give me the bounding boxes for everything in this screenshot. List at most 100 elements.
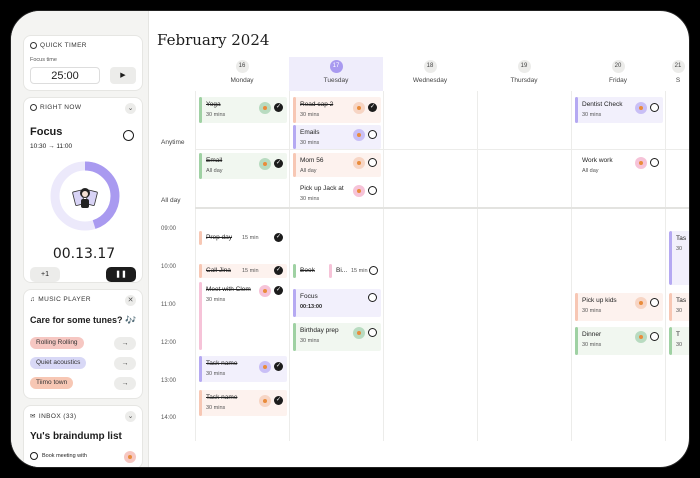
focus-time-input[interactable]: 25:00	[30, 67, 100, 84]
event-title: Task name	[206, 360, 238, 367]
event-duration: All day	[206, 168, 223, 174]
check-icon[interactable]: ✓	[274, 286, 283, 295]
right-now-title: RIGHT NOW	[40, 104, 82, 111]
event-mom-56[interactable]: Mom 56 All day	[293, 153, 381, 177]
event-emails[interactable]: Emails 30 mins	[293, 125, 381, 149]
checkbox[interactable]	[368, 158, 377, 167]
playlist-quiet[interactable]: Quiet acoustics	[30, 357, 87, 369]
avatar	[259, 395, 271, 407]
chevron-down-icon[interactable]: ⌄	[125, 411, 136, 422]
check-icon[interactable]: ✓	[274, 362, 283, 371]
checkbox[interactable]	[368, 186, 377, 195]
event-meet-clem[interactable]: Meet with Clem 30 mins ✓	[199, 282, 287, 350]
column-divider	[195, 91, 196, 441]
event-title: Email	[206, 157, 223, 164]
music-prompt: Care for some tunes? 🎶	[30, 315, 137, 325]
checkbox[interactable]	[650, 158, 659, 167]
event-duration: All day	[582, 168, 599, 174]
music-title: MUSIC PLAYER	[38, 296, 91, 303]
event-bi[interactable]: Bi... 15 min	[329, 264, 381, 278]
column-divider	[383, 91, 384, 441]
inbox-item[interactable]: Book meeting with	[42, 453, 87, 459]
check-icon[interactable]: ✓	[274, 103, 283, 112]
time-label: 11:00	[161, 302, 176, 308]
event-saturday-3[interactable]: T 30	[669, 327, 689, 355]
playlist-rolling[interactable]: Rolling Rolling	[30, 337, 84, 349]
check-icon[interactable]: ✓	[368, 103, 377, 112]
checkbox[interactable]	[650, 298, 659, 307]
event-title: Tas	[676, 297, 687, 304]
playlist-tiimo[interactable]: Tiimo town	[30, 377, 74, 389]
day-header-saturday[interactable]: 21 S	[665, 57, 689, 91]
day-header-thursday[interactable]: 19 Thursday	[477, 57, 571, 91]
event-duration: 30 mins	[300, 140, 320, 146]
check-icon[interactable]: ✓	[274, 266, 283, 275]
event-title: Meet with Clem	[206, 286, 251, 293]
event-duration: 15 min	[242, 235, 259, 241]
day-header-tuesday[interactable]: 17 Tuesday	[289, 57, 383, 91]
avatar	[259, 102, 271, 114]
event-book[interactable]: Book	[293, 264, 327, 278]
event-duration: 30 mins	[300, 196, 320, 202]
checkbox[interactable]	[650, 103, 659, 112]
event-title: Dentist Check	[582, 101, 623, 108]
event-pick-up-kids[interactable]: Pick up kids 30 mins	[575, 293, 663, 321]
time-label: 09:00	[161, 226, 177, 232]
playlist-rolling-arrow[interactable]: →	[114, 337, 136, 350]
event-dentist-check[interactable]: Dentist Check 30 mins	[575, 97, 663, 123]
day-name: Thursday	[510, 77, 538, 84]
checkbox[interactable]	[369, 266, 378, 275]
event-prep-day[interactable]: Prep day 15 min ✓	[199, 231, 287, 245]
event-title: Dinner	[582, 331, 602, 338]
event-yoga[interactable]: Yoga 30 mins ✓	[199, 97, 287, 123]
avatar	[353, 102, 365, 114]
close-icon[interactable]: ✕	[125, 295, 136, 306]
event-email[interactable]: Email All day ✓	[199, 153, 287, 179]
event-title: Focus	[300, 293, 318, 300]
event-work-work[interactable]: Work work All day	[575, 153, 663, 177]
event-focus[interactable]: Focus 00:13:00	[293, 289, 381, 317]
event-title: Emails	[300, 129, 320, 136]
event-birthday-prep[interactable]: Birthday prep 30 mins	[293, 323, 381, 351]
day-number: 17	[329, 60, 343, 73]
event-task-name-1[interactable]: Task name 30 mins ✓	[199, 356, 287, 382]
event-task-name-2[interactable]: Task name 30 mins ✓	[199, 390, 287, 416]
row-label-allday: All day	[161, 197, 181, 204]
event-saturday-1[interactable]: Tas 30	[669, 231, 689, 285]
play-button[interactable]: ▶	[110, 67, 136, 84]
check-icon[interactable]: ✓	[274, 396, 283, 405]
event-duration: 30 mins	[206, 405, 226, 411]
day-header-friday[interactable]: 20 Friday	[571, 57, 665, 91]
timer-icon	[30, 42, 37, 49]
add-minute-button[interactable]: +1	[30, 267, 60, 282]
day-header-wednesday[interactable]: 18 Wednesday	[383, 57, 477, 91]
current-task-title: Focus	[30, 126, 63, 138]
event-dinner[interactable]: Dinner 30 mins	[575, 327, 663, 355]
checkbox[interactable]	[368, 293, 377, 302]
day-header-monday[interactable]: 16 Monday	[195, 57, 289, 91]
playlist-quiet-arrow[interactable]: →	[114, 357, 136, 370]
event-title: Birthday prep	[300, 327, 339, 334]
event-duration: 30 mins	[206, 112, 226, 118]
avatar	[635, 297, 647, 309]
check-icon[interactable]: ✓	[274, 233, 283, 242]
playlist-tiimo-arrow[interactable]: →	[114, 377, 136, 390]
inbox-item-checkbox[interactable]	[30, 452, 38, 460]
day-number: 20	[611, 60, 625, 73]
pause-button[interactable]: ❚❚	[106, 267, 136, 282]
chevron-down-icon[interactable]: ⌄	[125, 103, 136, 114]
event-call-jina[interactable]: Call Jina 15 min ✓	[199, 264, 287, 278]
checkbox[interactable]	[368, 130, 377, 139]
checkbox[interactable]	[368, 328, 377, 337]
day-number: 19	[517, 60, 531, 73]
right-now-header: RIGHT NOW	[30, 104, 81, 111]
event-duration: 30 mins	[582, 342, 602, 348]
complete-checkbox[interactable]	[123, 130, 134, 141]
checkbox[interactable]	[650, 332, 659, 341]
event-read-cap-2[interactable]: Read cap 2 30 mins ✓	[293, 97, 381, 123]
avatar	[353, 185, 365, 197]
event-saturday-2[interactable]: Tas 30	[669, 293, 689, 321]
avatar	[635, 102, 647, 114]
check-icon[interactable]: ✓	[274, 159, 283, 168]
event-pick-up-jack[interactable]: Pick up Jack at 30 mins	[293, 181, 381, 205]
